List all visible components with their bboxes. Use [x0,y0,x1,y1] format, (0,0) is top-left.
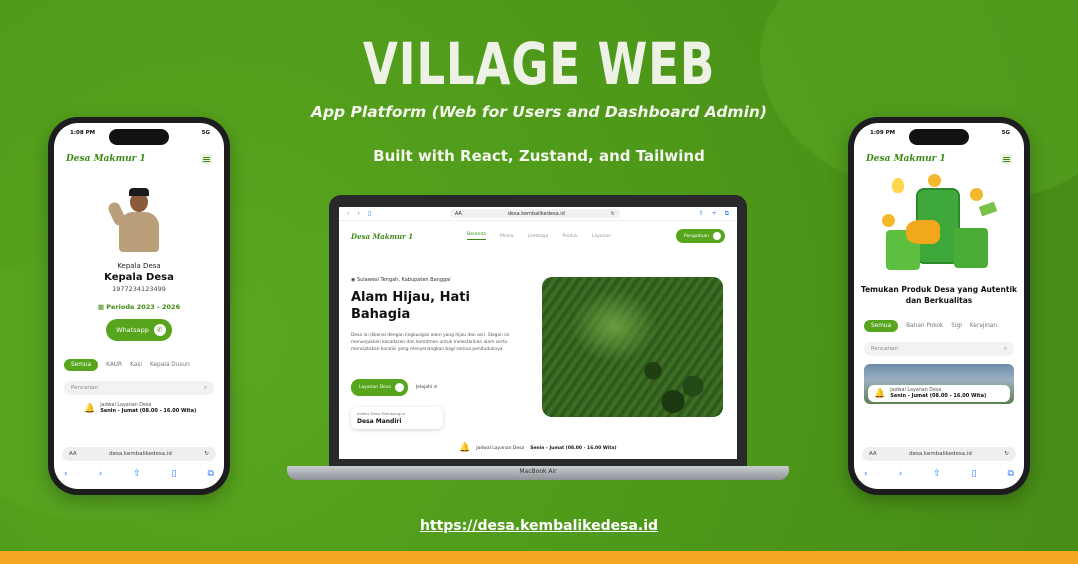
phone-notch [109,129,169,145]
reload-icon[interactable]: ↻ [1004,451,1009,457]
browser-toolbar: ‹ › ⇧ ▯ ⧉ [64,469,214,479]
layanan-desa-button[interactable]: Layanan Desa [351,379,408,396]
arrow-icon [394,383,404,392]
search-icon: ⌕ [203,384,207,391]
book-icon[interactable]: ▯ [368,210,371,217]
pengaduan-button[interactable]: Pengaduan [675,229,725,243]
reload-icon[interactable]: ↻ [611,211,615,217]
bell-icon: 🔔 [874,388,886,399]
chip-bahan-pokok[interactable]: Bahan Pokok [906,323,943,329]
nav-beranda[interactable]: Beranda [467,232,487,240]
laptop-base: MacBook Air [287,466,789,480]
text-size-icon[interactable]: AA [455,211,462,217]
browser-toolbar: ‹ › ▯ AA desa.kembalikedesa.id ↻ ⇧ + ⧉ [339,207,737,221]
page-title: VILLAGE WEB [362,30,716,98]
chip-semua[interactable]: Semua [864,320,899,332]
official-period: ▦ Periode 2023 - 2026 [97,303,181,311]
site-nav: Desa Makmur 1 Beranda Media Lembaga Prod… [339,221,737,243]
website-link[interactable]: https://desa.kembalikedesa.id [0,518,1078,534]
search-input[interactable]: Pencarian ⌕ [864,342,1014,356]
back-icon[interactable]: ‹ [864,469,868,479]
share-icon[interactable]: ⇧ [133,469,141,479]
hero-title: Alam Hijau, Hati Bahagia [351,290,470,322]
laptop-screen: ‹ › ▯ AA desa.kembalikedesa.id ↻ ⇧ + ⧉ D… [339,207,737,459]
schedule-banner: 🔔 Jadwal Layanan Desa Senin - Jumat (08.… [459,443,617,453]
bottom-accent-bar [0,551,1078,564]
forward-icon[interactable]: › [99,469,103,479]
back-icon[interactable]: ‹ [347,210,349,217]
browser-address-bar[interactable]: AA desa.kembalikedesa.id ↻ [449,209,620,218]
chip-sigi[interactable]: Sigi [951,323,962,329]
whatsapp-button[interactable]: Whatsapp ✆ [106,319,172,341]
text-size-icon[interactable]: AA [869,451,877,457]
hero-photo-rice-terraces [542,277,723,417]
tabs-icon[interactable]: ⧉ [725,210,729,218]
official-name: Kepala Desa [104,272,174,283]
category-chips: Semua Bahan Pokok Sigi Kerajinan [854,320,1024,332]
bookmarks-icon[interactable]: ▯ [972,469,977,479]
search-input[interactable]: Pencarian ⌕ [64,381,214,395]
status-signal: 5G [1001,130,1010,136]
phone-screen: 1:08 PM 5G Desa Makmur 1 Kepala Desa Kep… [54,123,224,489]
phone-mockup-left: 1:08 PM 5G Desa Makmur 1 Kepala Desa Kep… [48,117,230,495]
new-tab-icon[interactable]: + [712,210,717,217]
nav-produk[interactable]: Produk [562,234,577,239]
browser-toolbar: ‹ › ⇧ ▯ ⧉ [864,469,1014,479]
status-time: 1:08 PM [70,130,96,136]
share-icon[interactable]: ⇧ [933,469,941,479]
status-time: 1:09 PM [870,130,896,136]
chip-kerajinan[interactable]: Kerajinan [970,323,997,329]
share-icon[interactable]: ⇧ [699,210,704,217]
official-nip: 1977234123499 [112,285,166,293]
status-signal: 5G [201,130,210,136]
nav-lembaga[interactable]: Lembaga [528,234,549,239]
forward-icon[interactable]: › [357,210,359,217]
laptop-mockup: ‹ › ▯ AA desa.kembalikedesa.id ↻ ⇧ + ⧉ D… [329,195,747,467]
tabs-icon[interactable]: ⧉ [1008,469,1014,479]
whatsapp-icon: ✆ [153,324,166,336]
hamburger-icon[interactable] [1001,154,1012,164]
search-icon: ⌕ [1003,345,1007,352]
chip-kepala-dusun[interactable]: Kepala Dusun [150,362,190,368]
avatar [106,188,169,254]
bell-icon: 🔔 [459,443,471,453]
phone-screen: 1:09 PM 5G Desa Makmur 1 Temukan Produk … [854,123,1024,489]
product-card-image[interactable]: 🔔 Jadwal Layanan Desa Senin - Jumat (08.… [864,364,1014,404]
official-role-caption: Kepala Desa [117,262,161,270]
hero-actions: Layanan Desa Jelajahi ⊙ [351,379,437,396]
schedule-banner: 🔔 Jadwal Layanan Desa Senin - Jumat (08.… [84,403,197,414]
hamburger-icon[interactable] [201,154,212,164]
phone-mockup-right: 1:09 PM 5G Desa Makmur 1 Temukan Produk … [848,117,1030,495]
category-chips: Semua KAUR Kasi Kepala Dusun [54,359,224,371]
location-label: ◉ Sulawesi Tengah, Kabupaten Banggai [351,277,451,283]
chip-semua[interactable]: Semua [64,359,99,371]
idm-card: Indeks Desa Membangun Desa Mandiri [351,407,443,429]
arrow-down-icon: ⊙ [433,385,438,390]
browser-address-bar[interactable]: AA desa.kembalikedesa.id ↻ [862,447,1016,461]
browser-address-bar[interactable]: AA desa.kembalikedesa.id ↻ [62,447,216,461]
product-section-title: Temukan Produk Desa yang Autentik dan Be… [860,285,1018,305]
chip-kasi[interactable]: Kasi [130,362,142,368]
device-label: MacBook Air [519,468,557,475]
schedule-banner: 🔔 Jadwal Layanan Desa Senin - Jumat (08.… [868,385,1010,402]
bell-icon: 🔔 [84,403,96,414]
hero-description: Desa ini dikenal dengan lingkungan alam … [351,333,510,352]
phone-icon [713,232,721,240]
brand-logo[interactable]: Desa Makmur 1 [66,154,146,164]
nav-layanan[interactable]: Layanan [592,234,611,239]
reload-icon[interactable]: ↻ [204,451,209,457]
tabs-icon[interactable]: ⧉ [208,469,214,479]
chip-kaur[interactable]: KAUR [106,362,122,368]
bookmarks-icon[interactable]: ▯ [172,469,177,479]
back-icon[interactable]: ‹ [64,469,68,479]
text-size-icon[interactable]: AA [69,451,77,457]
nav-media[interactable]: Media [500,234,514,239]
jelajahi-link[interactable]: Jelajahi ⊙ [416,385,437,390]
brand-logo[interactable]: Desa Makmur 1 [351,232,413,241]
forward-icon[interactable]: › [899,469,903,479]
brand-logo[interactable]: Desa Makmur 1 [866,154,946,164]
product-illustration [854,170,1024,280]
phone-notch [909,129,969,145]
